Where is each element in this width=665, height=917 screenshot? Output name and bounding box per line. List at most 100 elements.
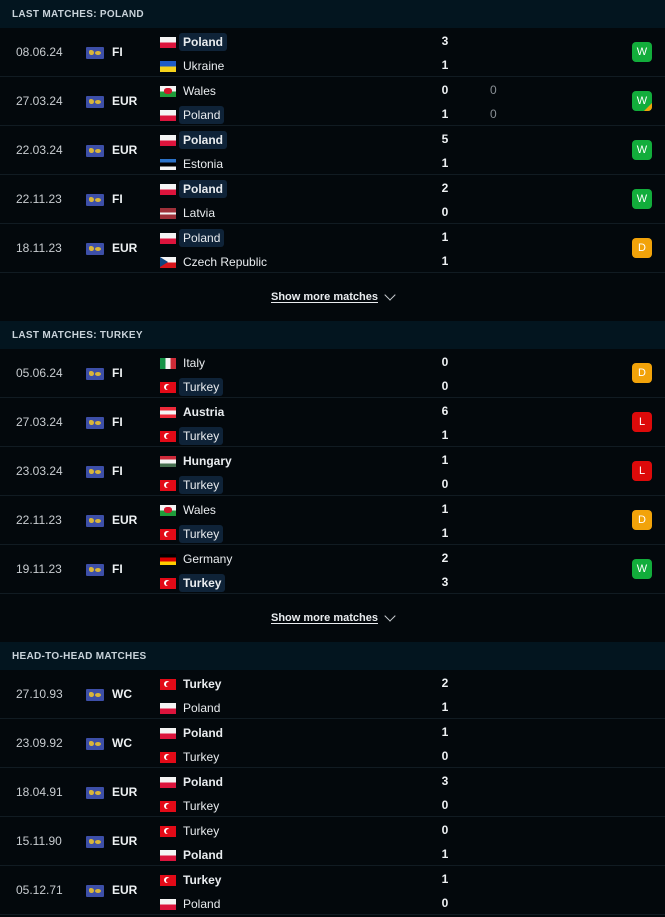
match-row[interactable]: 22.03.24 EUR Poland Estonia 5 1 W	[0, 126, 665, 175]
home-team-name: Poland	[179, 131, 228, 149]
match-row[interactable]: 23.03.24 FI Hungary Turkey 1 0 L	[0, 447, 665, 496]
home-score: 1	[441, 502, 449, 516]
result-badge: W	[632, 91, 652, 111]
away-score: 1	[441, 700, 449, 714]
away-team[interactable]: Latvia	[160, 203, 219, 223]
match-row[interactable]: 27.03.24 FI Austria Turkey 6 1 L	[0, 398, 665, 447]
home-team[interactable]: Poland	[160, 772, 227, 792]
home-team[interactable]: Wales	[160, 500, 220, 520]
competition-code: EUR	[112, 513, 138, 527]
competition-world-icon	[86, 243, 104, 255]
home-flag-icon	[160, 874, 176, 886]
away-team[interactable]: Turkey	[160, 377, 224, 397]
away-team[interactable]: Turkey	[160, 573, 226, 593]
home-team[interactable]: Poland	[160, 228, 225, 248]
home-team-name: Turkey	[183, 873, 222, 887]
home-team[interactable]: Austria	[160, 402, 228, 422]
away-flag-icon	[160, 898, 176, 910]
away-team[interactable]: Turkey	[160, 524, 224, 544]
section-header: HEAD-TO-HEAD MATCHES	[0, 642, 665, 670]
away-team-name: Ukraine	[183, 59, 225, 73]
away-team[interactable]: Ukraine	[160, 56, 228, 76]
home-score: 1	[441, 872, 449, 886]
home-team[interactable]: Poland	[160, 130, 228, 150]
match-row[interactable]: 23.09.92 WC Poland Turkey 1 0	[0, 719, 665, 768]
competition-code: EUR	[112, 785, 138, 799]
home-score: 2	[441, 551, 449, 565]
competition-code: FI	[112, 562, 123, 576]
match-row[interactable]: 27.03.24 EUR Wales Poland 0 1 0 0 W	[0, 77, 665, 126]
away-team[interactable]: Estonia	[160, 154, 227, 174]
home-score: 6	[441, 404, 449, 418]
match-row[interactable]: 18.04.91 EUR Poland Turkey 3 0	[0, 768, 665, 817]
match-row[interactable]: 15.11.90 EUR Turkey Poland 0 1	[0, 817, 665, 866]
away-team[interactable]: Poland	[160, 894, 224, 914]
match-date: 22.11.23	[16, 192, 62, 206]
match-row[interactable]: 19.11.23 FI Germany Turkey 2 3 W	[0, 545, 665, 594]
result-badge: W	[632, 140, 652, 160]
away-team[interactable]: Czech Republic	[160, 252, 271, 272]
away-team-name: Turkey	[179, 427, 224, 445]
away-team[interactable]: Poland	[160, 698, 224, 718]
home-score: 1	[441, 725, 449, 739]
away-score: 1	[441, 254, 449, 268]
match-date: 23.03.24	[16, 464, 63, 478]
match-row[interactable]: 22.11.23 EUR Wales Turkey 1 1 D	[0, 496, 665, 545]
away-team-name: Latvia	[183, 206, 216, 220]
match-row[interactable]: 08.06.24 FI Poland Ukraine 3 1 W	[0, 28, 665, 77]
competition-world-icon	[86, 145, 104, 157]
result-badge: W	[632, 189, 652, 209]
match-row[interactable]: 27.10.93 WC Turkey Poland 2 1	[0, 670, 665, 719]
home-score: 0	[441, 355, 449, 369]
home-score: 2	[441, 181, 449, 195]
home-team-name: Poland	[179, 33, 228, 51]
show-more-matches-button[interactable]: Show more matches	[0, 594, 665, 642]
away-team-name: Estonia	[183, 157, 224, 171]
home-team[interactable]: Hungary	[160, 451, 236, 471]
home-team[interactable]: Poland	[160, 179, 228, 199]
away-team-name: Turkey	[179, 378, 224, 396]
competition-world-icon	[86, 417, 104, 429]
away-score: 1	[441, 428, 449, 442]
home-team[interactable]: Germany	[160, 549, 236, 569]
show-more-matches-button[interactable]: Show more matches	[0, 273, 665, 321]
away-team-name: Turkey	[179, 476, 224, 494]
match-row[interactable]: 05.06.24 FI Italy Turkey 0 0 D	[0, 349, 665, 398]
home-team[interactable]: Wales	[160, 81, 220, 101]
home-team[interactable]: Poland	[160, 723, 227, 743]
away-flag-icon	[160, 60, 176, 72]
away-team[interactable]: Poland	[160, 105, 225, 125]
match-date: 15.11.90	[16, 834, 62, 848]
away-score: 0	[441, 798, 449, 812]
matches-page: LAST MATCHES: POLAND 08.06.24 FI Poland …	[0, 0, 665, 915]
home-flag-icon	[160, 825, 176, 837]
home-team[interactable]: Turkey	[160, 674, 225, 694]
away-team[interactable]: Turkey	[160, 426, 224, 446]
match-date: 05.12.71	[16, 883, 63, 897]
away-team[interactable]: Turkey	[160, 475, 224, 495]
match-row[interactable]: 18.11.23 EUR Poland Czech Republic 1 1 D	[0, 224, 665, 273]
competition-world-icon	[86, 47, 104, 59]
home-team[interactable]: Turkey	[160, 821, 223, 841]
away-team[interactable]: Turkey	[160, 747, 223, 767]
away-team[interactable]: Poland	[160, 845, 227, 865]
home-penalty-score: 0	[490, 83, 497, 97]
match-row[interactable]: 22.11.23 FI Poland Latvia 2 0 W	[0, 175, 665, 224]
match-row[interactable]: 05.12.71 EUR Turkey Poland 1 0	[0, 866, 665, 915]
home-flag-icon	[160, 134, 176, 146]
home-team[interactable]: Turkey	[160, 870, 225, 890]
home-flag-icon	[160, 36, 176, 48]
away-flag-icon	[160, 528, 176, 540]
away-team-name: Turkey	[179, 574, 226, 592]
home-team[interactable]: Poland	[160, 32, 228, 52]
result-badge: D	[632, 238, 652, 258]
home-team-name: Poland	[179, 180, 228, 198]
away-score: 0	[441, 477, 449, 491]
away-team[interactable]: Turkey	[160, 796, 223, 816]
home-team-name: Germany	[183, 552, 233, 566]
away-team-name: Turkey	[183, 799, 220, 813]
home-flag-icon	[160, 678, 176, 690]
home-team[interactable]: Italy	[160, 353, 209, 373]
home-score: 5	[441, 132, 449, 146]
competition-code: EUR	[112, 143, 138, 157]
